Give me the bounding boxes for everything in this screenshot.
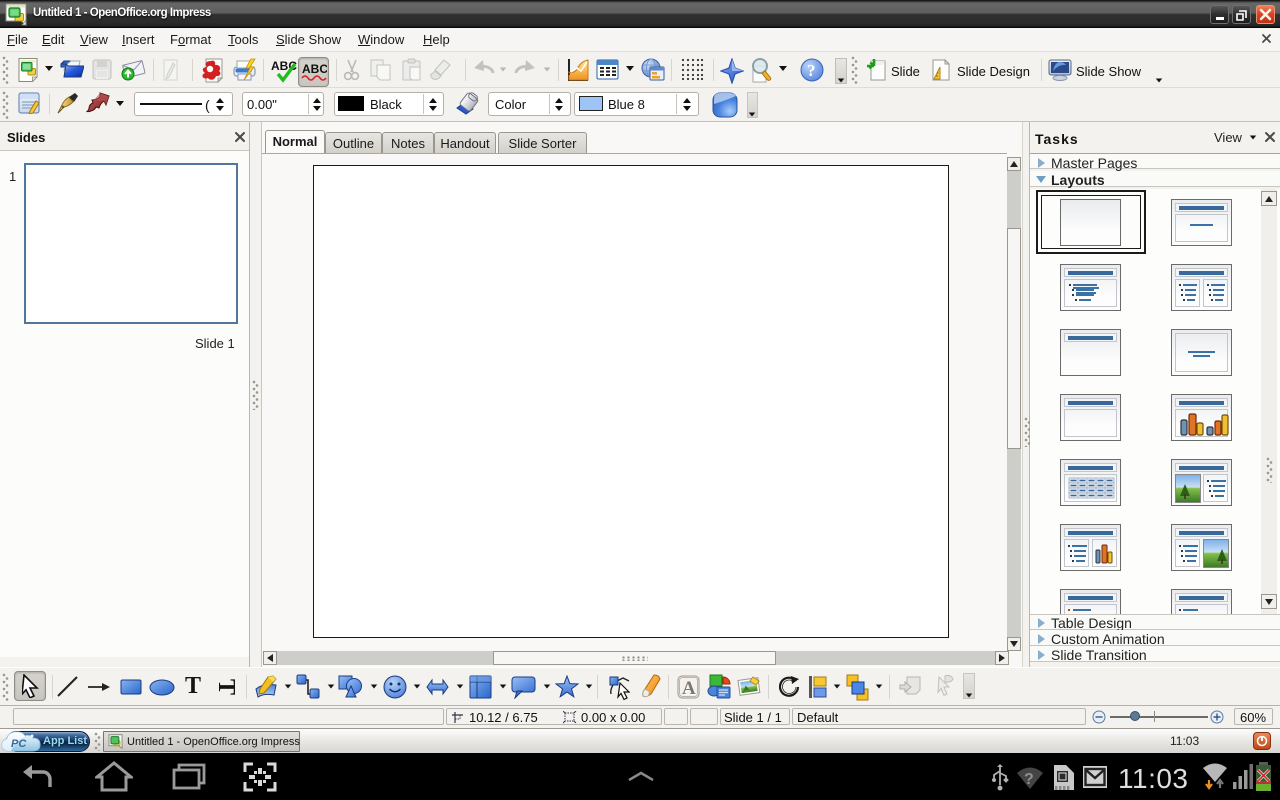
- svg-text:PC: PC: [11, 738, 27, 750]
- svg-text:?: ?: [1024, 771, 1034, 788]
- svg-text:ABC: ABC: [302, 62, 327, 76]
- svg-text:?: ?: [807, 61, 816, 80]
- svg-text:A: A: [682, 678, 696, 699]
